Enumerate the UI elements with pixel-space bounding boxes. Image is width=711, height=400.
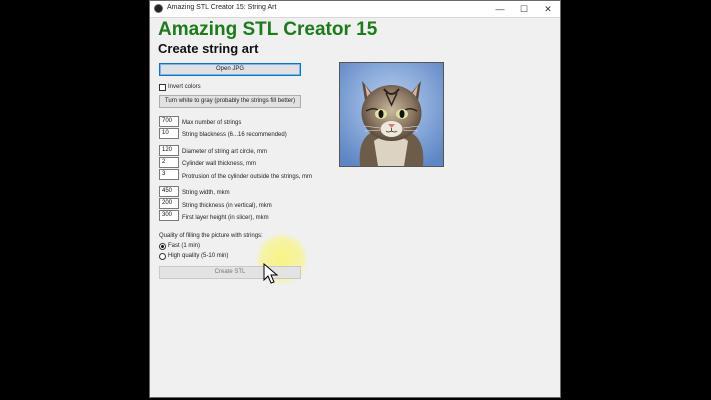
minimize-button[interactable]: —	[488, 1, 512, 17]
string-thickness-label: String thickness (in vertical), mkm	[182, 203, 272, 209]
first-layer-field[interactable]: 300	[159, 210, 179, 221]
max-strings-label: Max number of strings	[182, 120, 242, 126]
string-blackness-label: String blackness (6...16 recommended)	[182, 132, 287, 138]
app-icon	[154, 4, 163, 13]
string-blackness-field[interactable]: 10	[159, 128, 179, 139]
open-jpg-button[interactable]: Open JPG	[159, 63, 301, 76]
string-width-label: String width, mkm	[182, 190, 230, 196]
protrusion-field[interactable]: 3	[159, 169, 179, 180]
quality-high-radio[interactable]	[159, 253, 166, 260]
mouse-cursor-icon	[263, 263, 279, 284]
window-title: Amazing STL Creator 15: String Art	[167, 4, 277, 11]
maximize-button[interactable]: ☐	[512, 1, 536, 17]
title-bar[interactable]: Amazing STL Creator 15: String Art — ☐ ✕	[150, 1, 560, 18]
string-width-field[interactable]: 450	[159, 186, 179, 197]
wall-thickness-label: Cylinder wall thickness, mm	[182, 161, 257, 167]
string-thickness-field[interactable]: 200	[159, 198, 179, 209]
preview-image	[339, 62, 444, 167]
quality-high-label: High quality (5-10 min)	[168, 253, 229, 259]
invert-colors-checkbox[interactable]	[159, 84, 166, 91]
app-title: Amazing STL Creator 15	[158, 19, 378, 40]
quality-label: Quality of filling the picture with stri…	[159, 233, 263, 239]
turn-white-gray-button[interactable]: Turn white to gray (probably the strings…	[159, 95, 301, 108]
quality-fast-label: Fast (1 min)	[168, 243, 201, 249]
wall-thickness-field[interactable]: 2	[159, 157, 179, 168]
max-strings-field[interactable]: 700	[159, 116, 179, 127]
quality-fast-radio[interactable]	[159, 243, 166, 250]
protrusion-label: Protrusion of the cylinder outside the s…	[182, 174, 313, 180]
create-stl-button[interactable]: Create STL	[159, 266, 301, 279]
close-button[interactable]: ✕	[536, 1, 560, 17]
app-window: Amazing STL Creator 15: String Art — ☐ ✕…	[149, 0, 561, 398]
diameter-field[interactable]: 120	[159, 145, 179, 156]
diameter-label: Diameter of string art circle, mm	[182, 149, 268, 155]
invert-colors-label: Invert colors	[168, 84, 201, 90]
cat-photo	[340, 63, 443, 166]
page-title: Create string art	[158, 41, 259, 56]
first-layer-label: First layer height (in slicer), mkm	[182, 215, 269, 221]
